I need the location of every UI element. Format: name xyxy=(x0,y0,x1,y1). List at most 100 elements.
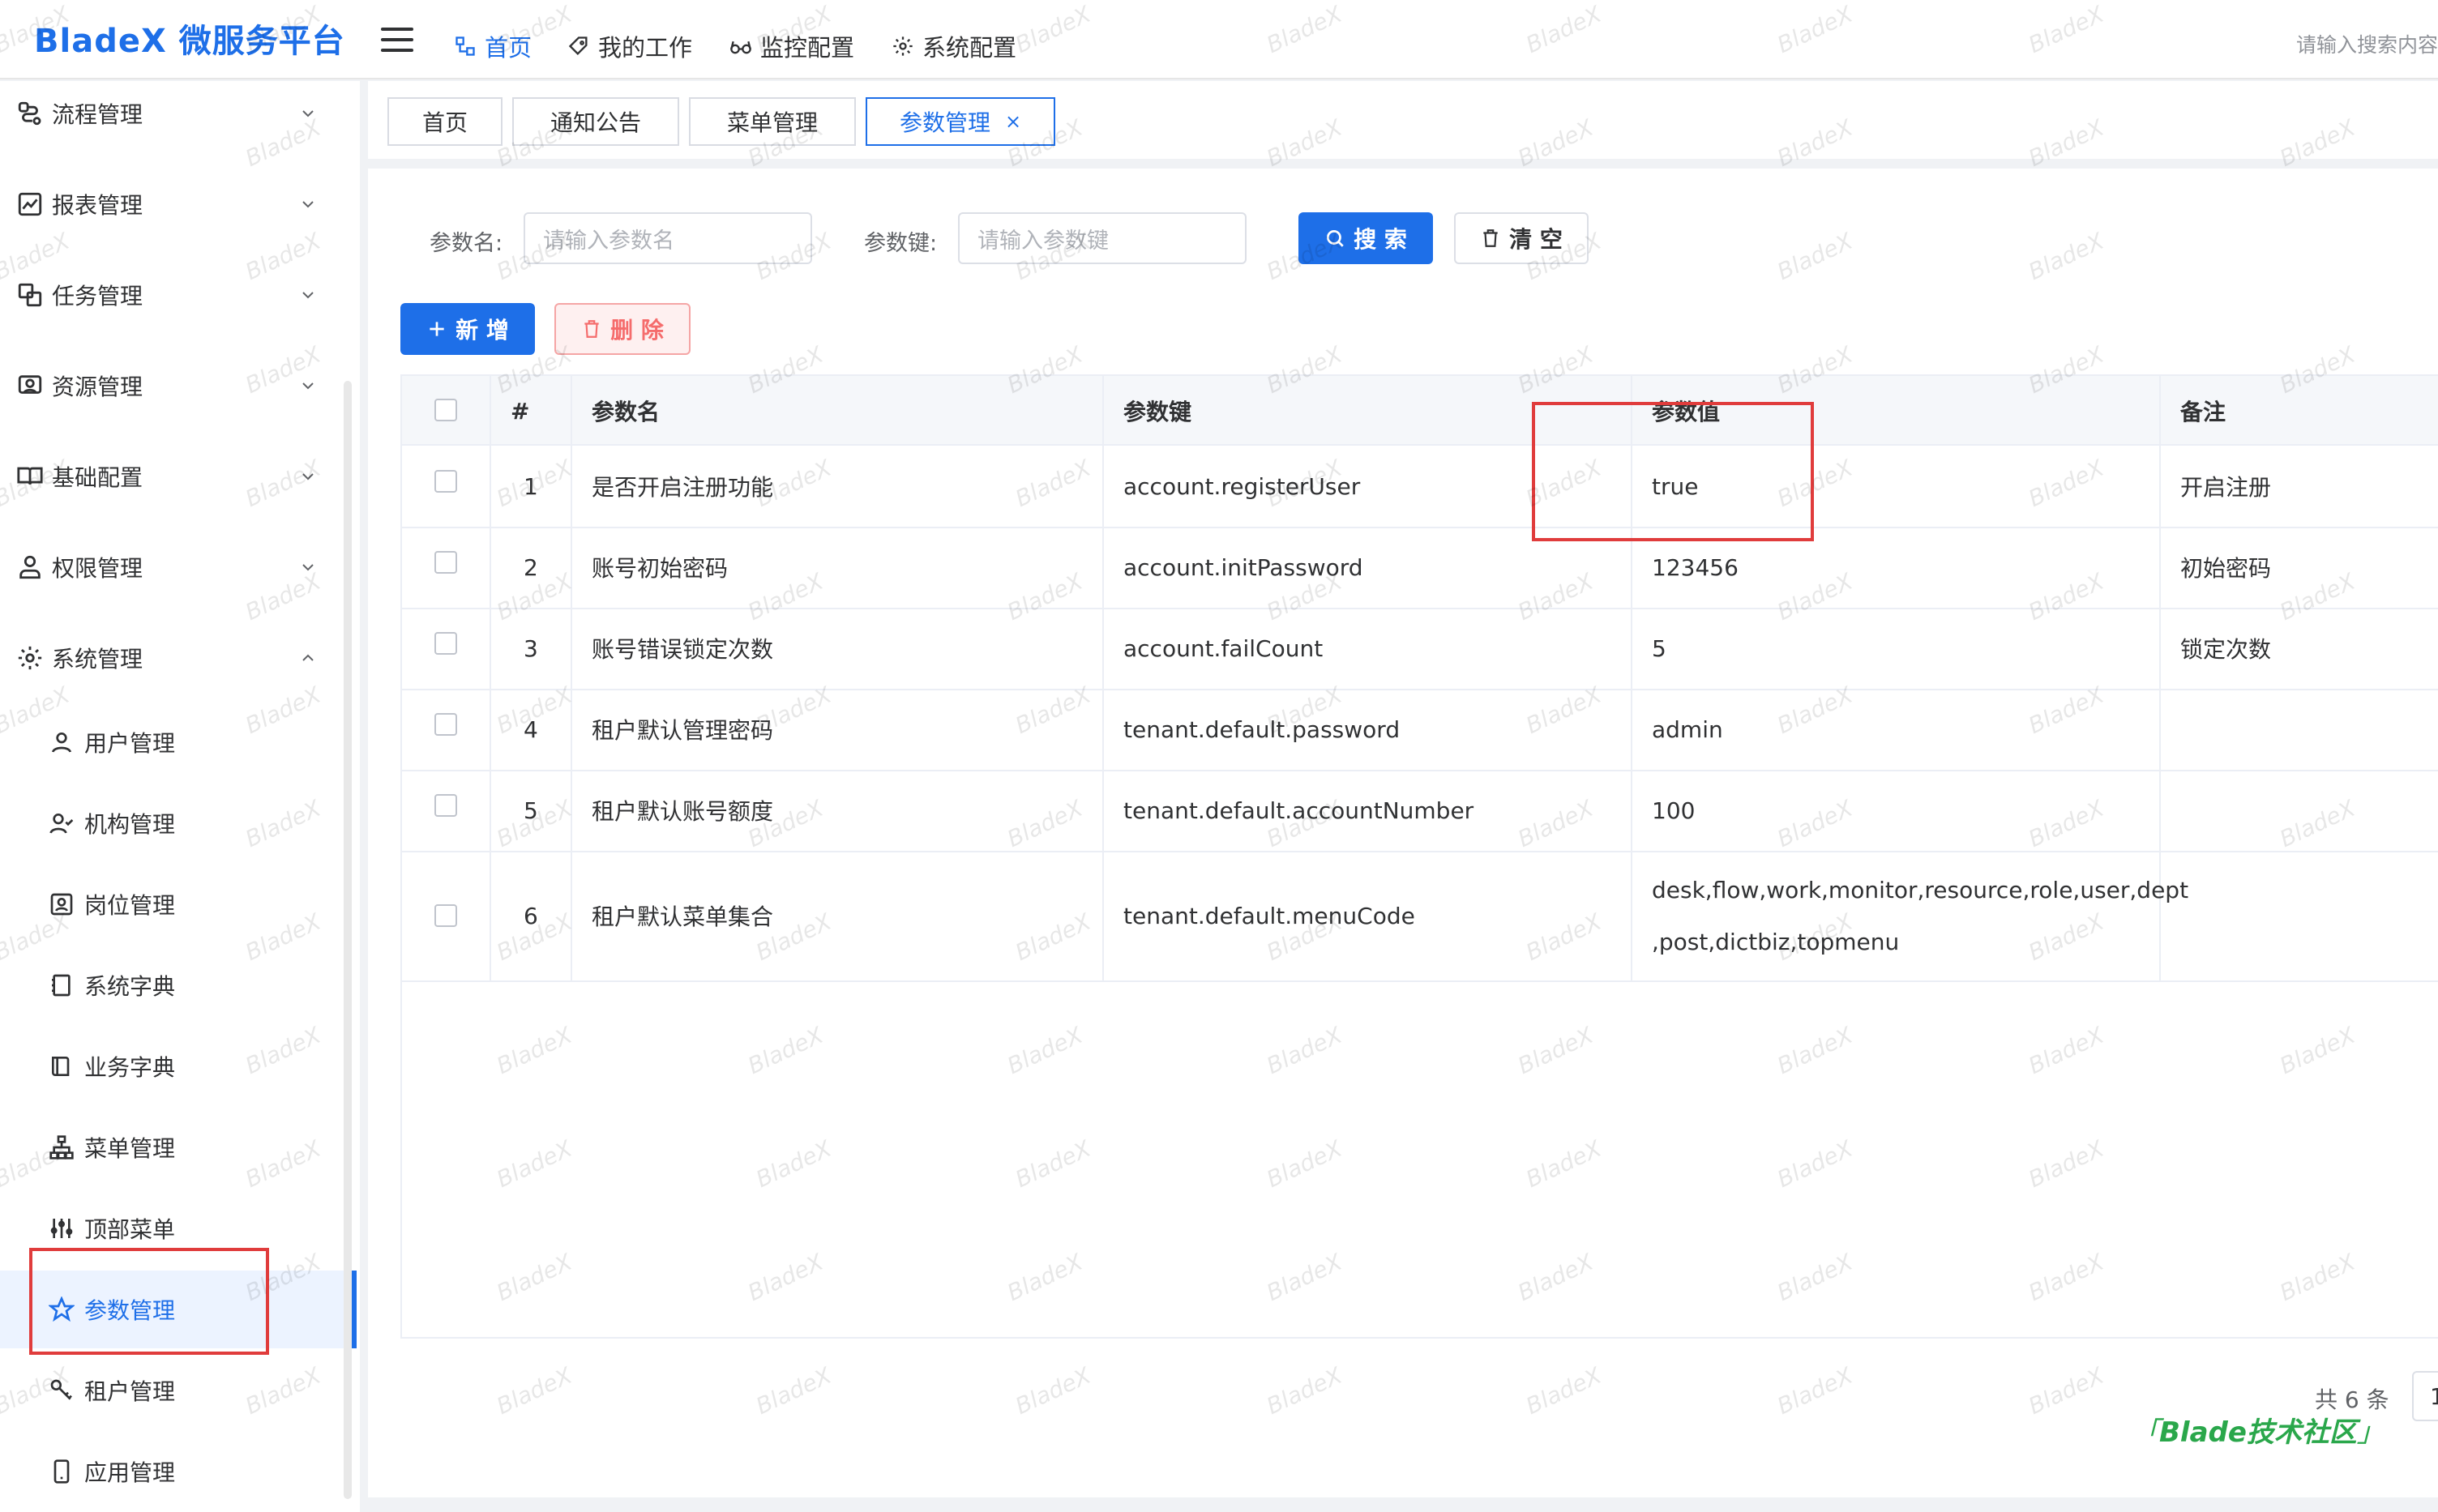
global-search-input[interactable]: 请输入搜索内容 xyxy=(2296,29,2438,58)
tab-params-manage[interactable]: 参数管理 × xyxy=(866,97,1055,146)
row-param-key: tenant.default.password xyxy=(1123,715,1401,743)
select-all-checkbox[interactable] xyxy=(434,399,457,421)
sidebar-group-label: 系统管理 xyxy=(52,646,143,673)
chevron-down-icon xyxy=(302,110,314,117)
add-button[interactable]: 新 增 xyxy=(400,303,535,355)
sidebar-group-task[interactable]: 任务管理 xyxy=(0,263,340,327)
sidebar-item-user[interactable]: 用户管理 xyxy=(0,703,357,781)
sidebar-item-tenant[interactable]: 租户管理 xyxy=(0,1352,357,1429)
active-indicator xyxy=(352,1271,357,1348)
community-brand-logo: 「Blade技术社区」 xyxy=(2132,1416,2385,1449)
tab-home[interactable]: 首页 xyxy=(387,97,503,146)
sidebar-item-label: 租户管理 xyxy=(84,1378,176,1405)
sidebar-item-menu[interactable]: 菜单管理 xyxy=(0,1108,357,1186)
pagination-page-input[interactable]: 1 xyxy=(2412,1371,2438,1421)
sidebar-item-label: 应用管理 xyxy=(84,1459,176,1486)
badge-icon xyxy=(50,893,73,916)
search-button[interactable]: 搜 索 xyxy=(1298,212,1433,264)
param-key-input[interactable]: 请输入参数键 xyxy=(958,212,1247,264)
row-param-value-line2: ,post,dictbiz,topmenu xyxy=(1652,928,1900,955)
key-icon xyxy=(50,1379,72,1400)
col-header-index: # xyxy=(511,397,530,425)
sidebar-item-post[interactable]: 岗位管理 xyxy=(0,865,357,943)
param-name-label: 参数名: xyxy=(430,231,503,256)
row-index: 6 xyxy=(524,902,538,929)
sidebar-group-label: 流程管理 xyxy=(52,101,143,128)
row-checkbox[interactable] xyxy=(434,713,457,736)
sidebar-group-basic-config[interactable]: 基础配置 xyxy=(0,444,340,509)
topnav-monitor-config-label: 监控配置 xyxy=(760,34,855,62)
row-param-name: 租户默认管理密码 xyxy=(592,717,774,744)
trash-icon xyxy=(584,320,599,338)
row-checkbox[interactable] xyxy=(434,794,457,817)
sidebar-item-org[interactable]: 机构管理 xyxy=(0,784,357,862)
sidebar-item-label: 业务字典 xyxy=(84,1054,176,1081)
home-icon xyxy=(456,36,475,56)
sidebar-item-label: 顶部菜单 xyxy=(84,1216,176,1243)
community-brand-text: Blade技术社区 xyxy=(2159,1416,2357,1449)
row-param-key: account.registerUser xyxy=(1123,472,1361,500)
resource-icon xyxy=(18,375,42,394)
sidebar-item-biz-dict[interactable]: 业务字典 xyxy=(0,1027,357,1105)
topnav-system-config[interactable]: 系统配置 xyxy=(892,29,1016,63)
row-checkbox[interactable] xyxy=(434,551,457,574)
sidebar-group-label: 资源管理 xyxy=(52,374,143,400)
highlight-box-param-value xyxy=(1532,402,1814,541)
trash-icon xyxy=(1483,229,1498,247)
col-header-remark: 备注 xyxy=(2180,399,2226,425)
row-index: 5 xyxy=(524,797,538,824)
row-param-key: tenant.default.menuCode xyxy=(1123,902,1415,929)
close-icon[interactable]: × xyxy=(1005,110,1021,133)
sidebar-group-system[interactable]: 系统管理 xyxy=(0,626,340,690)
row-remark: 开启注册 xyxy=(2180,474,2272,501)
row-param-name: 是否开启注册功能 xyxy=(592,474,774,501)
topnav-my-work[interactable]: 我的工作 xyxy=(567,29,692,63)
permission-icon xyxy=(19,555,41,579)
row-param-value-line1: desk,flow,work,monitor,resource,role,use… xyxy=(1652,876,2189,903)
col-header-key: 参数键 xyxy=(1123,399,1192,425)
tab-menu-manage[interactable]: 菜单管理 xyxy=(689,97,856,146)
row-index: 1 xyxy=(524,472,538,500)
topnav-system-config-label: 系统配置 xyxy=(922,34,1017,62)
row-remark: 初始密码 xyxy=(2180,555,2272,582)
menu-toggle-icon[interactable] xyxy=(381,28,413,52)
row-param-value: admin xyxy=(1652,715,1723,743)
sidebar-group-label: 基础配置 xyxy=(52,464,143,491)
param-name-input[interactable]: 请输入参数名 xyxy=(524,212,812,264)
row-param-key: account.initPassword xyxy=(1123,553,1363,581)
sliders-icon xyxy=(50,1219,73,1238)
search-button-label: 搜 索 xyxy=(1354,226,1407,253)
tab-bar: 首页 通知公告 菜单管理 参数管理 × xyxy=(368,81,2438,159)
row-param-value: 5 xyxy=(1652,634,1666,662)
row-checkbox[interactable] xyxy=(434,470,457,493)
sidebar-group-report[interactable]: 报表管理 xyxy=(0,172,340,237)
row-param-name: 账号错误锁定次数 xyxy=(592,636,774,663)
chart-icon xyxy=(18,192,42,216)
topnav-home[interactable]: 首页 xyxy=(454,29,532,63)
sidebar-group-resource[interactable]: 资源管理 xyxy=(0,353,340,418)
sidebar-item-app[interactable]: 应用管理 xyxy=(0,1433,357,1510)
sidebar-group-workflow[interactable]: 流程管理 xyxy=(0,81,340,146)
tab-notice[interactable]: 通知公告 xyxy=(512,97,679,146)
clear-button[interactable]: 清 空 xyxy=(1454,212,1589,264)
book-icon xyxy=(17,467,43,485)
sidebar-group-permission[interactable]: 权限管理 xyxy=(0,535,340,600)
delete-button[interactable]: 删 除 xyxy=(554,303,691,355)
plus-icon xyxy=(430,322,444,336)
highlight-box-params-menu xyxy=(29,1248,269,1355)
row-param-key: tenant.default.accountNumber xyxy=(1123,797,1474,824)
sidebar-item-system-dict[interactable]: 系统字典 xyxy=(0,946,357,1024)
topnav-monitor-config[interactable]: 监控配置 xyxy=(729,29,854,63)
row-checkbox[interactable] xyxy=(434,904,457,927)
app-logo[interactable]: BladeX 微服务平台 xyxy=(34,15,345,62)
workflow-icon xyxy=(18,101,41,126)
gear-icon xyxy=(18,646,42,670)
clear-button-label: 清 空 xyxy=(1509,226,1563,253)
row-param-name: 租户默认菜单集合 xyxy=(592,903,774,930)
row-index: 3 xyxy=(524,634,538,662)
sidebar-scrollbar[interactable] xyxy=(344,381,352,1499)
sidebar-item-label: 菜单管理 xyxy=(84,1135,176,1162)
phone-icon xyxy=(53,1459,70,1484)
user-icon xyxy=(52,733,71,753)
row-checkbox[interactable] xyxy=(434,632,457,655)
